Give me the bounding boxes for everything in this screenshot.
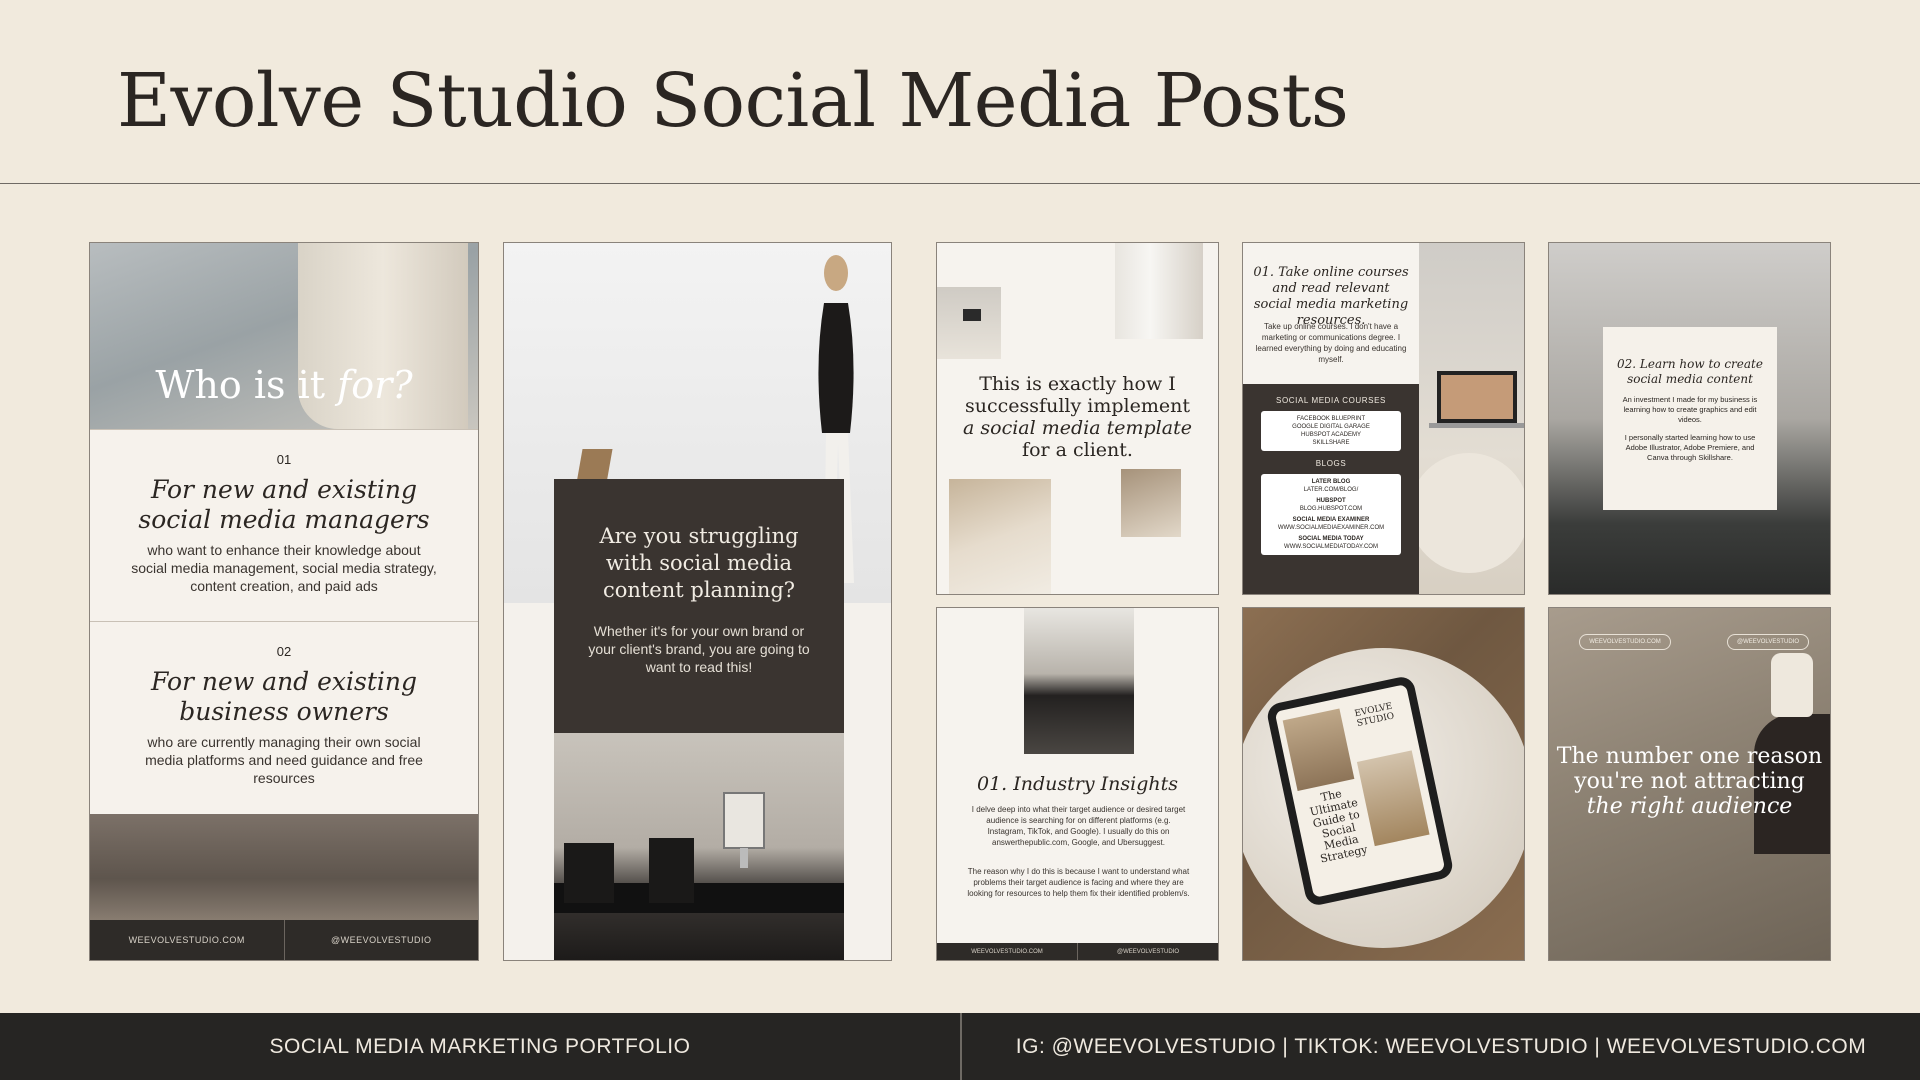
heading-line-2: successfully implement [965,395,1190,417]
card-body-2: The reason why I do this is because I wa… [967,867,1190,898]
footer-handle: @WEEVOLVESTUDIO [283,920,479,960]
handle-pill: @WEEVOLVESTUDIO [1727,634,1809,650]
heading-italic-text: for? [337,363,413,407]
blog-name: SOCIAL MEDIA EXAMINER [1292,517,1370,523]
section-title-line-2: business owners [179,697,389,726]
post-card-struggling[interactable]: Are you struggling with social media con… [503,242,892,961]
blog-url: WWW.SOCIALMEDIATODAY.COM [1284,544,1378,550]
card-heading: 02. Learn how to create social media con… [1617,357,1763,386]
post-card-number-one-reason[interactable]: WEEVOLVESTUDIO.COM @WEEVOLVESTUDIO The n… [1548,607,1831,961]
post-card-online-courses[interactable]: 01. Take online courses and read relevan… [1242,242,1525,595]
section-title: For new and existing business owners [90,667,478,727]
office-desk-photo [554,733,844,960]
section-body: who want to enhance their knowledge abou… [131,542,437,594]
flower-vase-photo [1771,653,1813,717]
blogs-label: BLOGS [1315,459,1347,468]
section-title: For new and existing social media manage… [90,475,478,535]
office-photo [1024,608,1134,754]
footer-bar: SOCIAL MEDIA MARKETING PORTFOLIO IG: @WE… [0,1013,1920,1080]
woman-photo [949,479,1051,594]
laptop-chair-photo [1409,243,1524,594]
page-title: Evolve Studio Social Media Posts [117,58,1349,144]
blog-name: SOCIAL MEDIA TODAY [1298,536,1364,542]
audience-section-1: 01 For new and existing social media man… [90,429,478,621]
courses-list: FACEBOOK BLUEPRINT GOOGLE DIGITAL GARAGE… [1261,411,1401,451]
card-heading: Are you struggling with social media con… [599,524,799,602]
blog-url: BLOG.HUBSPOT.COM [1299,506,1363,512]
section-title-line-2: social media managers [138,505,430,534]
text-box: 02. Learn how to create social media con… [1603,327,1777,510]
laptop-photo [937,287,1001,359]
blog-name: HUBSPOT [1316,498,1346,504]
section-title-line-1: For new and existing [151,475,417,504]
card-footer: WEEVOLVESTUDIO.COM @WEEVOLVESTUDIO [90,920,478,960]
heading-line-1: The number one reason [1556,744,1823,769]
monitor-illustration [554,792,844,913]
course-item: SKILLSHARE [1312,440,1350,446]
card-heading: 01. Take online courses and read relevan… [1253,265,1409,328]
post-card-create-content[interactable]: 02. Learn how to create social media con… [1548,242,1831,595]
curtain-room-photo [1115,243,1203,339]
heading-text: Who is it [155,363,326,407]
card-footer: WEEVOLVESTUDIO.COM @WEEVOLVESTUDIO [937,943,1218,960]
course-item: HUBSPOT ACADEMY [1301,432,1361,438]
audience-section-2: 02 For new and existing business owners … [90,621,478,813]
card-heading: Who is it for? [90,363,478,407]
heading-line-2: you're not attracting [1574,769,1805,794]
card-body: Take up online courses. I don't have a m… [1255,322,1407,364]
text-box: Are you struggling with social media con… [554,479,844,733]
sand-feet-photo [90,814,478,922]
website-pill: WEEVOLVESTUDIO.COM [1579,634,1671,650]
studio-logo: EVOLVE STUDIO [1353,701,1396,730]
footer-website: WEEVOLVESTUDIO.COM [128,935,245,945]
card-body-1: I delve deep into what their target audi… [971,805,1186,847]
post-card-how-i-implement[interactable]: This is exactly how I successfully imple… [936,242,1219,595]
card-heading: The number one reason you're not attract… [1549,744,1830,819]
card-body: Whether it's for your own brand or your … [588,623,810,675]
heading-line-3: a social media template [963,417,1192,439]
section-number: 02 [276,644,292,659]
card-heading: 01. Industry Insights [977,773,1178,795]
resources-panel: SOCIAL MEDIA COURSES FACEBOOK BLUEPRINT … [1243,384,1419,594]
tablet-screen: EVOLVE STUDIO The Ultimate Guide to Soci… [1274,684,1446,898]
footer-handle: @WEEVOLVESTUDIO [1077,943,1218,960]
section-body: who are currently managing their own soc… [145,734,423,786]
course-item: GOOGLE DIGITAL GARAGE [1292,424,1370,430]
blog-name: LATER BLOG [1311,479,1351,485]
header: Evolve Studio Social Media Posts [0,0,1920,184]
courses-label: SOCIAL MEDIA COURSES [1276,396,1386,405]
footer-social-links: IG: @WEEVOLVESTUDIO | TIKTOK: WEEVOLVEST… [1015,1034,1867,1058]
post-card-industry-insights[interactable]: 01. Industry Insights I delve deep into … [936,607,1219,961]
laptop-illustration [1409,371,1524,573]
post-card-ultimate-guide[interactable]: EVOLVE STUDIO The Ultimate Guide to Soci… [1242,607,1525,961]
blogs-list: LATER BLOG LATER.COM/BLOG/ HUBSPOT BLOG.… [1261,474,1401,555]
blog-url: WWW.SOCIALMEDIAEXAMINER.COM [1277,525,1385,531]
section-title-line-1: For new and existing [151,667,417,696]
heading-line-4: for a client. [1022,439,1133,461]
heading-line-1: This is exactly how I [979,373,1176,395]
post-card-who-is-it-for[interactable]: Who is it for? 01 For new and existing s… [89,242,479,961]
card-body-1: An investment I made for my business is … [1622,395,1758,424]
card-body-2: I personally started learning how to use… [1624,433,1756,462]
footer-website: WEEVOLVESTUDIO.COM [971,948,1043,955]
staircase-photo [1121,469,1181,537]
course-item: FACEBOOK BLUEPRINT [1296,416,1366,422]
footer-portfolio-label: SOCIAL MEDIA MARKETING PORTFOLIO [269,1034,691,1058]
section-number: 01 [276,452,292,467]
heading-line-3: the right audience [1586,794,1793,819]
card-heading: This is exactly how I successfully imple… [937,373,1218,461]
text-panel: 01. Take online courses and read relevan… [1243,243,1419,594]
blog-url: LATER.COM/BLOG/ [1303,487,1359,493]
cover-photo [1282,708,1355,791]
